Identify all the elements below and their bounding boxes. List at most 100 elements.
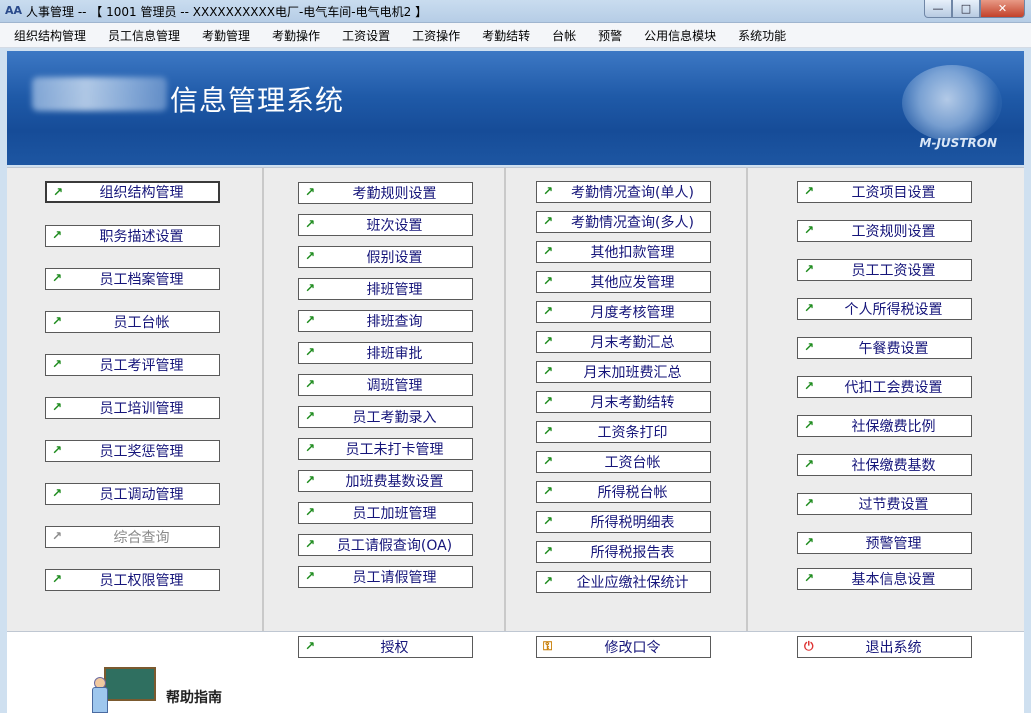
overtime-base-button[interactable]: ↗ 加班费基数设置 — [298, 470, 473, 492]
income-tax-ledger-button[interactable]: ↗ 所得税台帐 — [536, 481, 711, 503]
lunch-fee-button[interactable]: ↗ 午餐费设置 — [797, 337, 972, 359]
menu-attendance-carryover[interactable]: 考勤结转 — [482, 27, 530, 44]
employee-records-button[interactable]: ↗ 员工档案管理 — [45, 268, 220, 290]
title-bar: AA 人事管理 -- 【 1001 管理员 -- XXXXXXXXXX电厂-电气… — [0, 0, 1031, 23]
payslip-print-button[interactable]: ↗ 工资条打印 — [536, 421, 711, 443]
income-tax-report-button[interactable]: ↗ 所得税报告表 — [536, 541, 711, 563]
help-guide-link[interactable]: 帮助指南 — [166, 687, 222, 707]
income-tax-detail-button[interactable]: ↗ 所得税明细表 — [536, 511, 711, 533]
salary-rules-button[interactable]: ↗ 工资规则设置 — [797, 220, 972, 242]
close-button[interactable]: ✕ — [980, 0, 1025, 18]
exit-system-button[interactable]: ⏻ 退出系统 — [797, 636, 972, 658]
shift-swap-button[interactable]: ↗ 调班管理 — [298, 374, 473, 396]
button-label: 月末考勤结转 — [590, 395, 675, 411]
arrow-icon: ↗ — [543, 364, 554, 378]
attendance-query-multi-button[interactable]: ↗ 考勤情况查询(多人) — [536, 211, 711, 233]
social-security-base-button[interactable]: ↗ 社保缴费基数 — [797, 454, 972, 476]
general-query-button[interactable]: ↗ 综合查询 — [45, 526, 220, 548]
button-label: 工资台帐 — [604, 455, 661, 471]
org-structure-button[interactable]: ↗ 组织结构管理 — [45, 181, 220, 203]
employee-training-button[interactable]: ↗ 员工培训管理 — [45, 397, 220, 419]
logo-globe-icon — [902, 65, 1002, 141]
app-icon: AA — [5, 4, 23, 17]
salary-ledger-button[interactable]: ↗ 工资台帐 — [536, 451, 711, 473]
employee-permissions-button[interactable]: ↗ 员工权限管理 — [45, 569, 220, 591]
arrow-icon: ↗ — [52, 529, 63, 543]
menu-employee-info[interactable]: 员工信息管理 — [108, 27, 180, 44]
menu-salary-ops[interactable]: 工资操作 — [412, 27, 460, 44]
minimize-button[interactable]: — — [924, 0, 952, 18]
arrow-icon: ↗ — [543, 304, 554, 318]
button-label: 考勤情况查询(单人) — [571, 185, 694, 201]
button-label: 排班审批 — [366, 346, 423, 362]
overtime-management-button[interactable]: ↗ 员工加班管理 — [298, 502, 473, 524]
maximize-button[interactable]: □ — [952, 0, 980, 18]
arrow-icon: ↗ — [804, 262, 815, 276]
arrow-icon: ↗ — [305, 639, 316, 653]
arrow-icon: ↗ — [804, 496, 815, 510]
social-security-stats-button[interactable]: ↗ 企业应缴社保统计 — [536, 571, 711, 593]
schedule-approval-button[interactable]: ↗ 排班审批 — [298, 342, 473, 364]
authorize-button[interactable]: ↗ 授权 — [298, 636, 473, 658]
column-payroll: ↗ 考勤情况查询(单人) ↗ 考勤情况查询(多人) ↗ 其他扣款管理 ↗ 其他应发管理 … — [506, 168, 748, 631]
employee-transfer-button[interactable]: ↗ 员工调动管理 — [45, 483, 220, 505]
button-label: 修改口令 — [604, 640, 661, 656]
button-label: 员工培训管理 — [99, 401, 184, 417]
button-label: 班次设置 — [366, 218, 423, 234]
month-end-carryover-button[interactable]: ↗ 月末考勤结转 — [536, 391, 711, 413]
employee-rewards-button[interactable]: ↗ 员工奖惩管理 — [45, 440, 220, 462]
button-label: 工资条打印 — [597, 425, 668, 441]
attendance-rules-button[interactable]: ↗ 考勤规则设置 — [298, 182, 473, 204]
leave-query-oa-button[interactable]: ↗ 员工请假查询(OA) — [298, 534, 473, 556]
button-label: 员工考评管理 — [99, 358, 184, 374]
arrow-icon: ↗ — [52, 314, 63, 328]
personal-income-tax-button[interactable]: ↗ 个人所得税设置 — [797, 298, 972, 320]
leave-management-button[interactable]: ↗ 员工请假管理 — [298, 566, 473, 588]
employee-evaluation-button[interactable]: ↗ 员工考评管理 — [45, 354, 220, 376]
button-label: 月末加班费汇总 — [583, 365, 682, 381]
leave-type-button[interactable]: ↗ 假别设置 — [298, 246, 473, 268]
arrow-icon: ↗ — [804, 340, 815, 354]
help-teacher-icon[interactable] — [90, 665, 156, 713]
month-end-attendance-summary-button[interactable]: ↗ 月末考勤汇总 — [536, 331, 711, 353]
month-end-overtime-summary-button[interactable]: ↗ 月末加班费汇总 — [536, 361, 711, 383]
employee-ledger-button[interactable]: ↗ 员工台帐 — [45, 311, 220, 333]
schedule-management-button[interactable]: ↗ 排班管理 — [298, 278, 473, 300]
salary-items-button[interactable]: ↗ 工资项目设置 — [797, 181, 972, 203]
holiday-fee-button[interactable]: ↗ 过节费设置 — [797, 493, 972, 515]
system-title: 信息管理系统 — [170, 84, 345, 117]
social-security-ratio-button[interactable]: ↗ 社保缴费比例 — [797, 415, 972, 437]
menu-alerts[interactable]: 预警 — [598, 27, 622, 44]
schedule-query-button[interactable]: ↗ 排班查询 — [298, 310, 473, 332]
menu-salary-settings[interactable]: 工资设置 — [342, 27, 390, 44]
change-password-button[interactable]: ⚿ 修改口令 — [536, 636, 711, 658]
alert-management-button[interactable]: ↗ 预警管理 — [797, 532, 972, 554]
menu-public-info[interactable]: 公用信息模块 — [644, 27, 716, 44]
menu-attendance-mgmt[interactable]: 考勤管理 — [202, 27, 250, 44]
attendance-query-single-button[interactable]: ↗ 考勤情况查询(单人) — [536, 181, 711, 203]
shift-settings-button[interactable]: ↗ 班次设置 — [298, 214, 473, 236]
brand-logo: M-JUSTRON — [919, 136, 997, 150]
button-label: 社保缴费基数 — [851, 458, 936, 474]
menu-attendance-ops[interactable]: 考勤操作 — [272, 27, 320, 44]
power-icon: ⏻ — [804, 639, 814, 653]
missed-punch-button[interactable]: ↗ 员工未打卡管理 — [298, 438, 473, 460]
menu-org-structure[interactable]: 组织结构管理 — [14, 27, 86, 44]
monthly-appraisal-button[interactable]: ↗ 月度考核管理 — [536, 301, 711, 323]
button-label: 员工调动管理 — [99, 487, 184, 503]
other-payments-button[interactable]: ↗ 其他应发管理 — [536, 271, 711, 293]
employee-salary-button[interactable]: ↗ 员工工资设置 — [797, 259, 972, 281]
button-label: 员工加班管理 — [352, 506, 437, 522]
other-deductions-button[interactable]: ↗ 其他扣款管理 — [536, 241, 711, 263]
union-fee-button[interactable]: ↗ 代扣工会费设置 — [797, 376, 972, 398]
job-description-button[interactable]: ↗ 职务描述设置 — [45, 225, 220, 247]
arrow-icon: ↗ — [305, 505, 316, 519]
menu-system-functions[interactable]: 系统功能 — [738, 27, 786, 44]
basic-info-button[interactable]: ↗ 基本信息设置 — [797, 568, 972, 590]
arrow-icon: ↗ — [804, 418, 815, 432]
attendance-entry-button[interactable]: ↗ 员工考勤录入 — [298, 406, 473, 428]
arrow-icon: ↗ — [804, 571, 815, 585]
menu-ledger[interactable]: 台帐 — [552, 27, 576, 44]
button-label: 所得税报告表 — [590, 545, 675, 561]
button-label: 工资项目设置 — [851, 185, 936, 201]
